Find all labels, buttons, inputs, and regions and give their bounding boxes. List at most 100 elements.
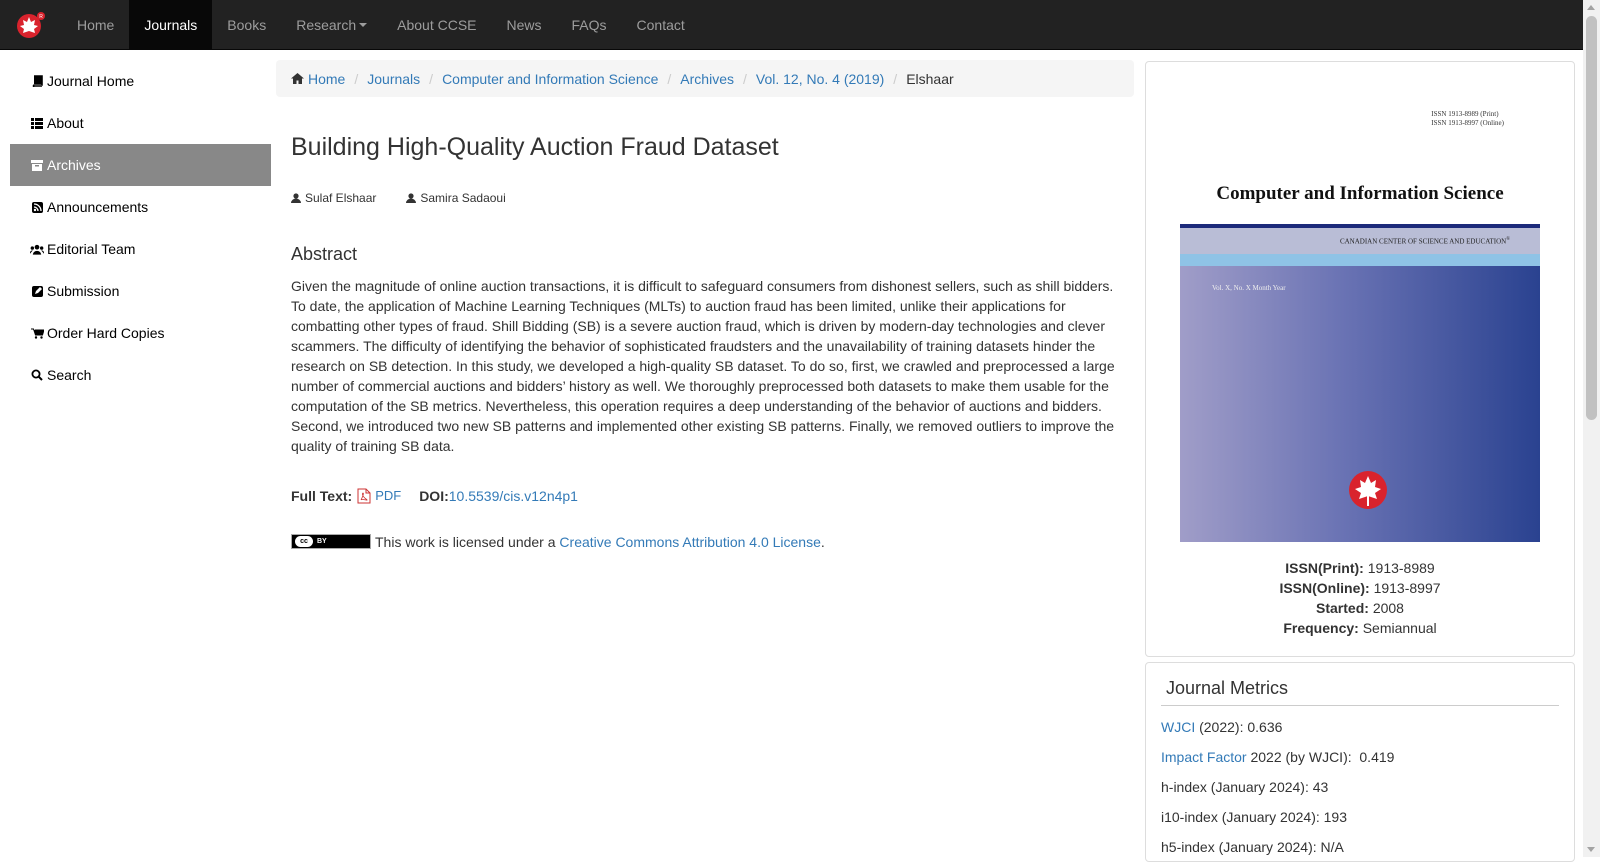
sidebar-item-search[interactable]: Search [10, 354, 271, 396]
breadcrumb: Home / Journals / Computer and Informati… [276, 60, 1134, 97]
breadcrumb-journal[interactable]: Computer and Information Science [442, 71, 658, 87]
sidebar-item-submission[interactable]: Submission [10, 270, 271, 312]
breadcrumb-separator: / [667, 70, 672, 87]
nav-contact[interactable]: Contact [622, 0, 700, 49]
breadcrumb-home[interactable]: Home [308, 71, 345, 87]
frequency-label: Frequency: [1283, 620, 1359, 636]
scroll-thumb[interactable] [1586, 16, 1597, 420]
cover-issn-print: ISSN 1913-8989 (Print) [1431, 110, 1499, 118]
edit-icon [30, 285, 44, 297]
breadcrumb-separator: / [893, 70, 898, 87]
author-item: Sulaf Elshaar [291, 191, 376, 205]
maple-leaf-logo-icon [1348, 468, 1392, 513]
nav-journals[interactable]: Journals [129, 0, 213, 49]
sidebar-item-label: Order Hard Copies [47, 325, 165, 341]
impact-factor-link[interactable]: Impact Factor [1161, 749, 1247, 765]
cc-by-text: BY [317, 538, 327, 545]
cover-issn-online: ISSN 1913-8997 (Online) [1431, 119, 1504, 127]
cc-logo-icon: cc [295, 536, 313, 547]
license-row: cc BY This work is licensed under a Crea… [291, 534, 1119, 550]
breadcrumb-archives[interactable]: Archives [680, 71, 734, 87]
pdf-link[interactable]: PDF [357, 488, 401, 504]
doi-link[interactable]: 10.5539/cis.v12n4p1 [449, 488, 578, 504]
svg-text:R: R [39, 14, 43, 20]
metric-impact-factor: Impact Factor 2022 (by WJCI): 0.419 [1161, 748, 1559, 766]
license-text: This work is licensed under a [375, 533, 560, 550]
breadcrumb-issue[interactable]: Vol. 12, No. 4 (2019) [756, 71, 884, 87]
issn-print-label: ISSN(Print): [1285, 560, 1364, 576]
breadcrumb-current: Elshaar [906, 70, 954, 87]
author-list: Sulaf Elshaar Samira Sadaoui [291, 191, 1119, 205]
nav-research[interactable]: Research [281, 0, 382, 49]
sidebar-item-label: Search [47, 367, 92, 383]
metric-i10-index: i10-index (January 2024): 193 [1161, 809, 1348, 825]
ccse-logo[interactable]: R [0, 0, 62, 49]
user-icon [406, 192, 417, 203]
journal-cover-panel: ISSN 1913-8989 (Print) ISSN 1913-8997 (O… [1145, 61, 1575, 657]
article-main: Home / Journals / Computer and Informati… [276, 60, 1134, 550]
caret-down-icon [359, 22, 368, 27]
abstract-heading: Abstract [291, 243, 358, 264]
license-suffix: . [820, 533, 825, 550]
cc-by-license-badge[interactable]: cc BY [291, 534, 371, 549]
journal-sidebar: Journal Home About Archives Announcement… [10, 60, 271, 396]
wjci-value: (2022): 0.636 [1195, 719, 1283, 735]
frequency-value: Semiannual [1362, 620, 1437, 636]
nav-books[interactable]: Books [212, 0, 281, 49]
nav-faqs[interactable]: FAQs [557, 0, 622, 49]
nav-home[interactable]: Home [62, 0, 129, 49]
wjci-link[interactable]: WJCI [1161, 719, 1195, 735]
cover-org: CANADIAN CENTER OF SCIENCE AND EDUCATION… [1339, 237, 1510, 246]
started-value: 2008 [1372, 600, 1404, 616]
top-navbar: R Home Journals Books Research About CCS… [0, 0, 1583, 50]
impact-factor-value: 2022 (by WJCI): 0.419 [1246, 749, 1395, 765]
started-label: Started: [1316, 600, 1369, 616]
user-icon [291, 192, 301, 203]
metrics-title: Journal Metrics [1161, 678, 1559, 706]
pdf-file-icon [357, 488, 371, 504]
author-name: Sulaf Elshaar [305, 190, 377, 205]
pdf-link-label: PDF [375, 488, 402, 503]
rss-icon [30, 201, 44, 213]
journal-cover-image[interactable]: ISSN 1913-8989 (Print) ISSN 1913-8997 (O… [1180, 76, 1540, 542]
started-row: Started: 2008 [1146, 598, 1574, 618]
nav-news[interactable]: News [492, 0, 557, 49]
users-icon [30, 244, 44, 255]
journal-metrics-panel: Journal Metrics WJCI (2022): 0.636 Impac… [1145, 662, 1575, 862]
sidebar-item-archives[interactable]: Archives [10, 144, 271, 186]
journal-info: ISSN(Print): 1913-8989 ISSN(Online): 191… [1146, 558, 1574, 638]
article-body: Building High-Quality Auction Fraud Data… [276, 133, 1134, 550]
sidebar-item-about[interactable]: About [10, 102, 271, 144]
license-link[interactable]: Creative Commons Attribution 4.0 License [559, 534, 820, 550]
breadcrumb-separator: / [742, 70, 747, 87]
author-item: Samira Sadaoui [406, 190, 506, 205]
issn-print-row: ISSN(Print): 1913-8989 [1146, 558, 1574, 578]
cover-volume-line: Vol. X, No. X Month Year [1212, 284, 1286, 292]
scroll-up-arrow-icon[interactable] [1587, 5, 1595, 10]
cover-org-text: CANADIAN CENTER OF SCIENCE AND EDUCATION [1339, 237, 1507, 246]
frequency-row: Frequency: Semiannual [1146, 618, 1574, 638]
page-scrollbar[interactable] [1583, 0, 1600, 857]
sidebar-item-editorial-team[interactable]: Editorial Team [10, 228, 271, 270]
nav-about-ccse[interactable]: About CCSE [382, 0, 491, 49]
issn-online-value: 1913-8997 [1373, 580, 1441, 596]
breadcrumb-separator: / [429, 70, 434, 87]
archive-icon [30, 159, 44, 171]
breadcrumb-journals[interactable]: Journals [367, 71, 420, 87]
sidebar-item-order-hard-copies[interactable]: Order Hard Copies [10, 312, 271, 354]
breadcrumb-separator: / [354, 70, 359, 87]
full-text-label: Full Text: [291, 487, 353, 504]
sidebar-item-label: Archives [47, 157, 101, 173]
sidebar-item-label: Submission [47, 283, 120, 299]
sidebar-item-journal-home[interactable]: Journal Home [10, 60, 271, 102]
cart-icon [30, 328, 44, 339]
sidebar-item-announcements[interactable]: Announcements [10, 186, 271, 228]
scroll-down-arrow-icon[interactable] [1587, 847, 1595, 852]
full-text-row: Full Text: PDF DOI: 10.5539/cis.v12n4p1 [291, 488, 1119, 504]
metric-h5-index: h5-index (January 2024): N/A [1161, 839, 1344, 855]
author-name: Samira Sadaoui [420, 190, 506, 205]
issn-online-row: ISSN(Online): 1913-8997 [1146, 578, 1574, 598]
cover-light-band [1180, 254, 1540, 266]
home-icon [291, 73, 304, 84]
list-icon [30, 117, 44, 129]
